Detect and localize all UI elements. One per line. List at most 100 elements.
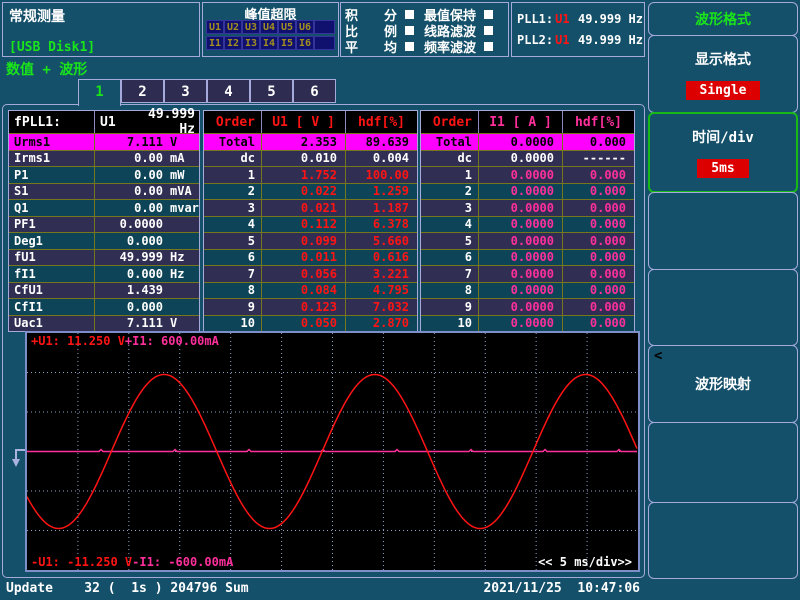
filter-toggle-checkbox[interactable] — [484, 26, 493, 35]
harmonic-row[interactable]: 90.00000.000 — [421, 298, 634, 315]
softkey-blank-7[interactable] — [648, 502, 798, 579]
usb-disk-label: [USB Disk1] — [9, 40, 95, 55]
softkey-blank-6[interactable] — [648, 422, 798, 503]
filter-toggle-checkbox[interactable] — [484, 42, 493, 51]
measurement-table: fPLL1: U1 49.999 Hz Urms17.111VIrms10.00… — [8, 110, 200, 332]
harmonic-row[interactable]: 80.00000.000 — [421, 282, 634, 299]
harmonic-row[interactable]: 60.0110.616 — [204, 249, 417, 266]
softkey-blank-4[interactable] — [648, 269, 798, 346]
measure-row[interactable]: S10.00mVA — [9, 183, 199, 200]
harmonic-hdf: 0.000 — [563, 234, 634, 248]
tab-page-4[interactable]: 4 — [207, 79, 250, 103]
waveform-display: +U1: 11.250 V+I1: 600.00mA -U1: -11.250 … — [25, 331, 640, 572]
tab-page-2[interactable]: 2 — [121, 79, 164, 103]
u-col-value: U1 [ V ] — [262, 111, 346, 133]
harmonic-hdf: 0.000 — [563, 300, 634, 314]
harmonic-row[interactable]: Total0.00000.000 — [421, 133, 634, 150]
softkey-波形映射[interactable]: <波形映射 — [648, 345, 798, 423]
harmonic-row[interactable]: 50.00000.000 — [421, 232, 634, 249]
harmonic-row[interactable]: Total2.35389.639 — [204, 133, 417, 150]
measure-row[interactable]: fI10.000Hz — [9, 265, 199, 282]
harmonic-value: 0.0000 — [479, 316, 563, 332]
softkey-波形格式[interactable]: 波形格式 — [648, 2, 798, 36]
softkey-显示格式[interactable]: 显示格式Single — [648, 35, 798, 113]
measure-row[interactable]: Urms17.111V — [9, 133, 199, 150]
measure-name: fU1 — [9, 250, 95, 266]
measure-row[interactable]: fU149.999Hz — [9, 249, 199, 266]
harmonic-value: 0.0000 — [479, 266, 563, 282]
harmonic-row[interactable]: 30.0211.187 — [204, 199, 417, 216]
harmonic-row[interactable]: 10.00000.000 — [421, 166, 634, 183]
harmonic-hdf: 3.221 — [346, 267, 417, 281]
mode-toggle-checkbox[interactable] — [405, 10, 414, 19]
measure-row[interactable]: Deg10.000 — [9, 232, 199, 249]
harmonic-hdf: 0.616 — [346, 250, 417, 264]
measure-value: 0.00 — [95, 151, 163, 165]
mode-toggle-label: 平均 — [345, 37, 397, 56]
harmonic-row[interactable]: 90.1237.032 — [204, 298, 417, 315]
harmonic-row[interactable]: dc0.0100.004 — [204, 150, 417, 167]
mode-toggle-checkbox[interactable] — [405, 26, 414, 35]
harmonic-value: 0.084 — [262, 283, 346, 299]
harmonic-row[interactable]: 30.00000.000 — [421, 199, 634, 216]
measure-row[interactable]: CfU11.439 — [9, 282, 199, 299]
harmonic-hdf: 0.000 — [563, 201, 634, 215]
measure-name: fI1 — [9, 266, 95, 282]
harmonic-row[interactable]: 20.0221.259 — [204, 183, 417, 200]
harmonic-order: Total — [421, 134, 479, 150]
softkey-时间/div[interactable]: 时间/div 5ms — [648, 112, 798, 193]
peak-indicator: I3 — [242, 36, 260, 50]
harmonic-row[interactable]: 20.00000.000 — [421, 183, 634, 200]
i-col-order: Order — [421, 111, 479, 133]
harmonic-row[interactable]: 40.1126.378 — [204, 216, 417, 233]
mode-toggle-checkbox[interactable] — [405, 42, 414, 51]
harmonic-value: 0.0000 — [479, 167, 563, 183]
i-col-hdf: hdf[%] — [563, 115, 634, 130]
tab-page-1[interactable]: 1 — [78, 79, 121, 106]
harmonic-order: 10 — [421, 316, 479, 332]
tab-page-6[interactable]: 6 — [293, 79, 336, 103]
timebase-label: << 5 ms/div>> — [538, 555, 632, 569]
measure-value: 49.999 — [95, 250, 163, 264]
harmonic-order: 2 — [421, 184, 479, 200]
waveform-top-scale-label: +U1: 11.250 V+I1: 600.00mA — [31, 334, 219, 348]
harmonic-row[interactable]: 100.00000.000 — [421, 315, 634, 332]
measure-row[interactable]: PF10.0000 — [9, 216, 199, 233]
measurement-table-header: fPLL1: U1 49.999 Hz — [9, 111, 199, 133]
measure-unit: mA — [163, 151, 199, 165]
filter-toggle-checkbox[interactable] — [484, 10, 493, 19]
harmonic-value: 0.010 — [262, 151, 346, 167]
measure-row[interactable]: Uac17.111V — [9, 315, 199, 332]
measure-row[interactable]: P10.00mW — [9, 166, 199, 183]
peak-over-limit-box: 峰值超限 U1U2U3U4U5U6 I1I2I3I4I5I6 — [202, 2, 339, 57]
toggle-row: 平均频率滤波 — [345, 38, 505, 55]
tab-page-5[interactable]: 5 — [250, 79, 293, 103]
tab-page-3[interactable]: 3 — [164, 79, 207, 103]
harmonic-row[interactable]: 100.0502.870 — [204, 315, 417, 332]
harmonic-row[interactable]: 80.0844.795 — [204, 282, 417, 299]
measure-row[interactable]: Q10.00mvar — [9, 199, 199, 216]
measure-row[interactable]: Irms10.00mA — [9, 150, 199, 167]
softkey-blank-3[interactable] — [648, 192, 798, 270]
harmonic-hdf: 1.259 — [346, 184, 417, 198]
harmonic-value: 2.353 — [262, 134, 346, 150]
pll-row: PLL1:U149.999 Hz — [517, 12, 643, 29]
measure-value: 0.000 — [95, 234, 163, 248]
measure-row[interactable]: CfI10.000 — [9, 298, 199, 315]
waveform-bottom-scale-label: -U1: -11.250 V-I1: -600.00mA — [31, 555, 233, 569]
harmonic-hdf: 0.000 — [563, 283, 634, 297]
softkey-label: 时间/div — [692, 127, 754, 147]
harmonic-row[interactable]: 70.0563.221 — [204, 265, 417, 282]
harmonic-value: 0.0000 — [479, 134, 563, 150]
measure-value: 0.0000 — [95, 217, 163, 231]
measure-value: 7.111 — [95, 135, 163, 149]
harmonic-row[interactable]: 60.00000.000 — [421, 249, 634, 266]
harmonic-row[interactable]: 50.0995.660 — [204, 232, 417, 249]
harmonic-row[interactable]: 11.752100.00 — [204, 166, 417, 183]
harmonic-row[interactable]: dc0.0000------ — [421, 150, 634, 167]
page-title: 常规测量 — [9, 6, 65, 26]
harmonic-row[interactable]: 70.00000.000 — [421, 265, 634, 282]
harmonic-row[interactable]: 40.00000.000 — [421, 216, 634, 233]
softkey-badge: 5ms — [697, 159, 748, 178]
harmonic-value: 0.099 — [262, 233, 346, 249]
